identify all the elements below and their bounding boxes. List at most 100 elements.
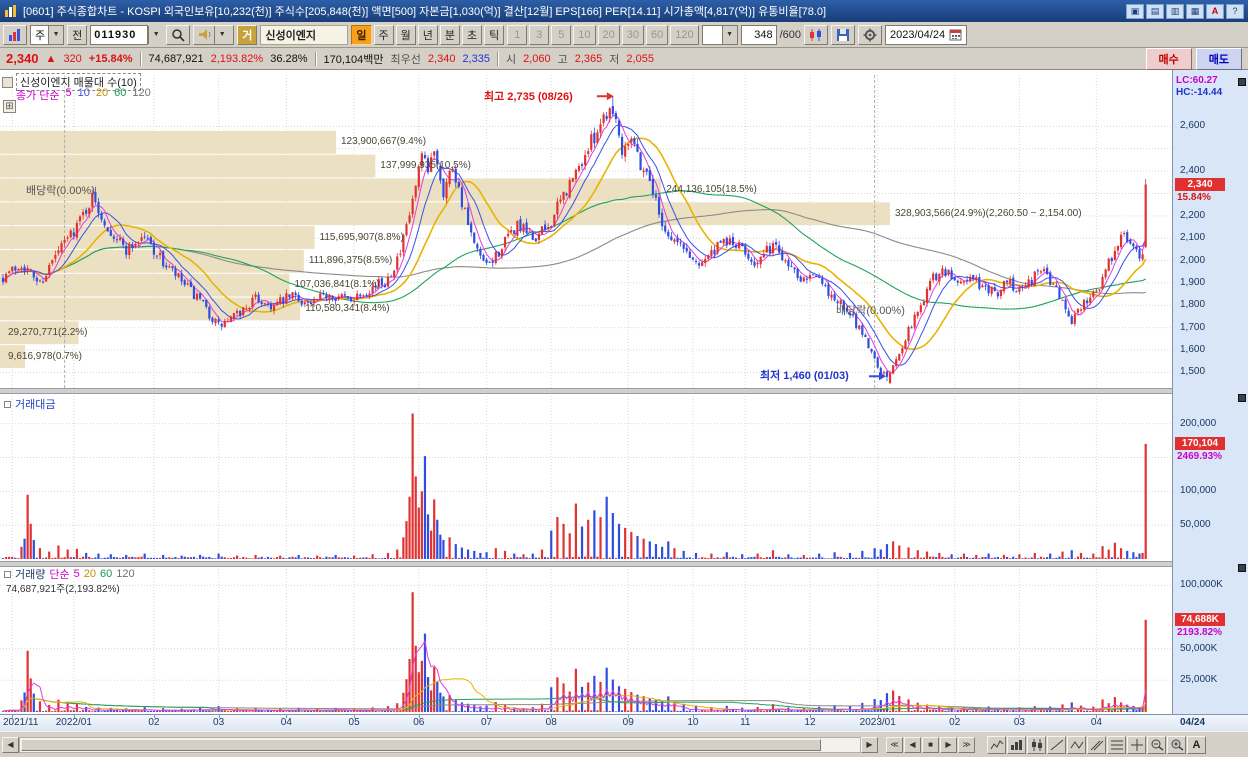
- chart-scrollbar[interactable]: ◀ ▶: [2, 736, 878, 753]
- low-value: 2,055: [626, 52, 654, 65]
- tool-bar-chart-icon[interactable]: [1007, 735, 1026, 754]
- period-button-분[interactable]: 분: [439, 24, 460, 45]
- bar-total-label: /600: [779, 28, 802, 41]
- minute-button-3[interactable]: 3: [529, 24, 550, 45]
- chevron-down-icon[interactable]: ▼: [721, 25, 737, 44]
- turnover-pct: 36.28%: [270, 52, 308, 65]
- window-icon-4[interactable]: ▦: [1186, 3, 1204, 19]
- stock-code-input[interactable]: [90, 24, 149, 45]
- axis-label: 1,700: [1180, 321, 1206, 333]
- axis-label: 1,500: [1180, 366, 1206, 378]
- time-axis: 04/24 2021/11 2022/01 02 03 04 05 06 07 08 09 10 11…: [0, 714, 1248, 731]
- axis-label: 100,000: [1180, 485, 1217, 497]
- current-price: 2,340: [6, 51, 39, 66]
- axis-label: 100,000K: [1180, 579, 1223, 591]
- chart-type-icon[interactable]: [804, 24, 829, 45]
- scrollbar-track[interactable]: [19, 736, 861, 753]
- minute-button-60[interactable]: 60: [646, 24, 669, 45]
- nav-stop-button[interactable]: ■: [922, 736, 939, 753]
- tool-fibonacci-icon[interactable]: [1107, 735, 1126, 754]
- tool-trendline-icon[interactable]: [1047, 735, 1066, 754]
- scroll-right-button[interactable]: ▶: [861, 736, 878, 753]
- code-dropdown-icon[interactable]: ▼: [148, 25, 164, 44]
- zoom-out-icon[interactable]: [1147, 735, 1166, 754]
- tool-candle-chart-icon[interactable]: [1027, 735, 1046, 754]
- volume-pct: 2,193.82%: [210, 52, 264, 65]
- grid-icon[interactable]: ⊞: [3, 100, 16, 113]
- minute-button-1[interactable]: 1: [507, 24, 528, 45]
- calendar-icon[interactable]: [949, 28, 962, 41]
- panel-marker-3[interactable]: [1238, 564, 1246, 572]
- tool-channel-icon[interactable]: [1087, 735, 1106, 754]
- market-select[interactable]: 주 ▼: [30, 24, 65, 45]
- chart-nav-buttons: ≪ ◀ ■ ▶ ≫: [886, 736, 975, 753]
- period-button-틱[interactable]: 틱: [484, 24, 505, 45]
- save-icon[interactable]: [831, 24, 856, 45]
- volume-badge: 74,688K: [1175, 612, 1225, 626]
- window-title: [0601] 주식종합차트 - KOSPI 외국인보유[10,232(천)] 주…: [23, 6, 827, 18]
- chart-menu-icon[interactable]: [3, 24, 27, 45]
- market-flag-button[interactable]: 거: [237, 24, 258, 45]
- title-bar: [0601] 주식종합차트 - KOSPI 외국인보유[10,232(천)] 주…: [0, 0, 1248, 22]
- font-tool-button[interactable]: A: [1187, 735, 1206, 754]
- period-button-년[interactable]: 년: [417, 24, 438, 45]
- tool-crosshair-icon[interactable]: [1127, 735, 1146, 754]
- chevron-down-icon[interactable]: ▼: [48, 25, 64, 44]
- settings-gear-icon[interactable]: [858, 24, 883, 45]
- x-axis-label: 02: [949, 717, 961, 728]
- scrollbar-thumb[interactable]: [21, 738, 821, 751]
- nav-last-button[interactable]: ≫: [958, 736, 975, 753]
- panel-icon[interactable]: [2, 76, 13, 88]
- market-select-value: 주: [35, 29, 46, 42]
- announce-dropdown-icon[interactable]: ▼: [214, 25, 230, 44]
- amount-badge: 170,104: [1175, 436, 1225, 450]
- window-icon-1[interactable]: ▣: [1126, 3, 1144, 19]
- x-axis-label: 03: [1013, 717, 1025, 728]
- chart-canvas[interactable]: [0, 70, 1172, 714]
- app-icon: [5, 5, 16, 17]
- buy-button[interactable]: 매수: [1145, 47, 1192, 70]
- minute-button-20[interactable]: 20: [597, 24, 620, 45]
- period-button-일[interactable]: 일: [351, 24, 372, 45]
- axis-label: 25,000K: [1180, 674, 1218, 686]
- sell-button[interactable]: 매도: [1195, 47, 1242, 70]
- period-button-월[interactable]: 월: [395, 24, 416, 45]
- nav-prev-button[interactable]: ◀: [904, 736, 921, 753]
- window-icon-2[interactable]: ▤: [1146, 3, 1164, 19]
- x-axis-label: 2021/11: [3, 717, 39, 728]
- period-button-주[interactable]: 주: [373, 24, 394, 45]
- period-button-초[interactable]: 초: [462, 24, 483, 45]
- minute-button-10[interactable]: 10: [573, 24, 596, 45]
- search-icon[interactable]: [166, 24, 191, 45]
- x-axis-label: 07: [480, 717, 493, 728]
- alert-icon[interactable]: A: [1206, 3, 1224, 19]
- date-picker[interactable]: 2023/04/24: [885, 24, 968, 45]
- zoom-in-icon[interactable]: [1167, 735, 1186, 754]
- volume-profile-label: 29,270,771(2.2%): [8, 326, 88, 338]
- minute-button-120[interactable]: 120: [670, 24, 699, 45]
- volume-profile-label: 328,903,566(24.9%)(2,260.50 ~ 2,154.00): [895, 207, 1082, 219]
- prev-button[interactable]: 전: [67, 24, 88, 45]
- help-icon[interactable]: ?: [1226, 3, 1244, 19]
- panel-box-icon[interactable]: [4, 400, 11, 408]
- minute-button-30[interactable]: 30: [621, 24, 644, 45]
- tool-line-chart-icon[interactable]: [987, 735, 1006, 754]
- bottom-toolbar: ◀ ▶ ≪ ◀ ■ ▶ ≫ A: [0, 731, 1248, 757]
- bar-count-input[interactable]: [740, 24, 777, 45]
- axis-label: 200,000: [1180, 417, 1217, 429]
- nav-first-button[interactable]: ≪: [886, 736, 903, 753]
- axis-label: 2,100: [1180, 232, 1206, 244]
- tool-zigzag-icon[interactable]: [1067, 735, 1086, 754]
- window-icon-3[interactable]: ▥: [1166, 3, 1184, 19]
- panel-box-icon[interactable]: [4, 570, 11, 578]
- nav-next-button[interactable]: ▶: [940, 736, 957, 753]
- announce-icon[interactable]: ▼: [193, 24, 235, 45]
- up-arrow-icon: ▲: [45, 52, 57, 65]
- panel-marker-1[interactable]: [1238, 78, 1246, 86]
- drawing-tools: A: [987, 735, 1206, 754]
- minute-button-5[interactable]: 5: [551, 24, 572, 45]
- interval-select[interactable]: ▼: [701, 24, 738, 45]
- scroll-left-button[interactable]: ◀: [2, 736, 19, 753]
- panel-marker-2[interactable]: [1238, 394, 1246, 402]
- price-change-pct: +15.84%: [88, 52, 133, 65]
